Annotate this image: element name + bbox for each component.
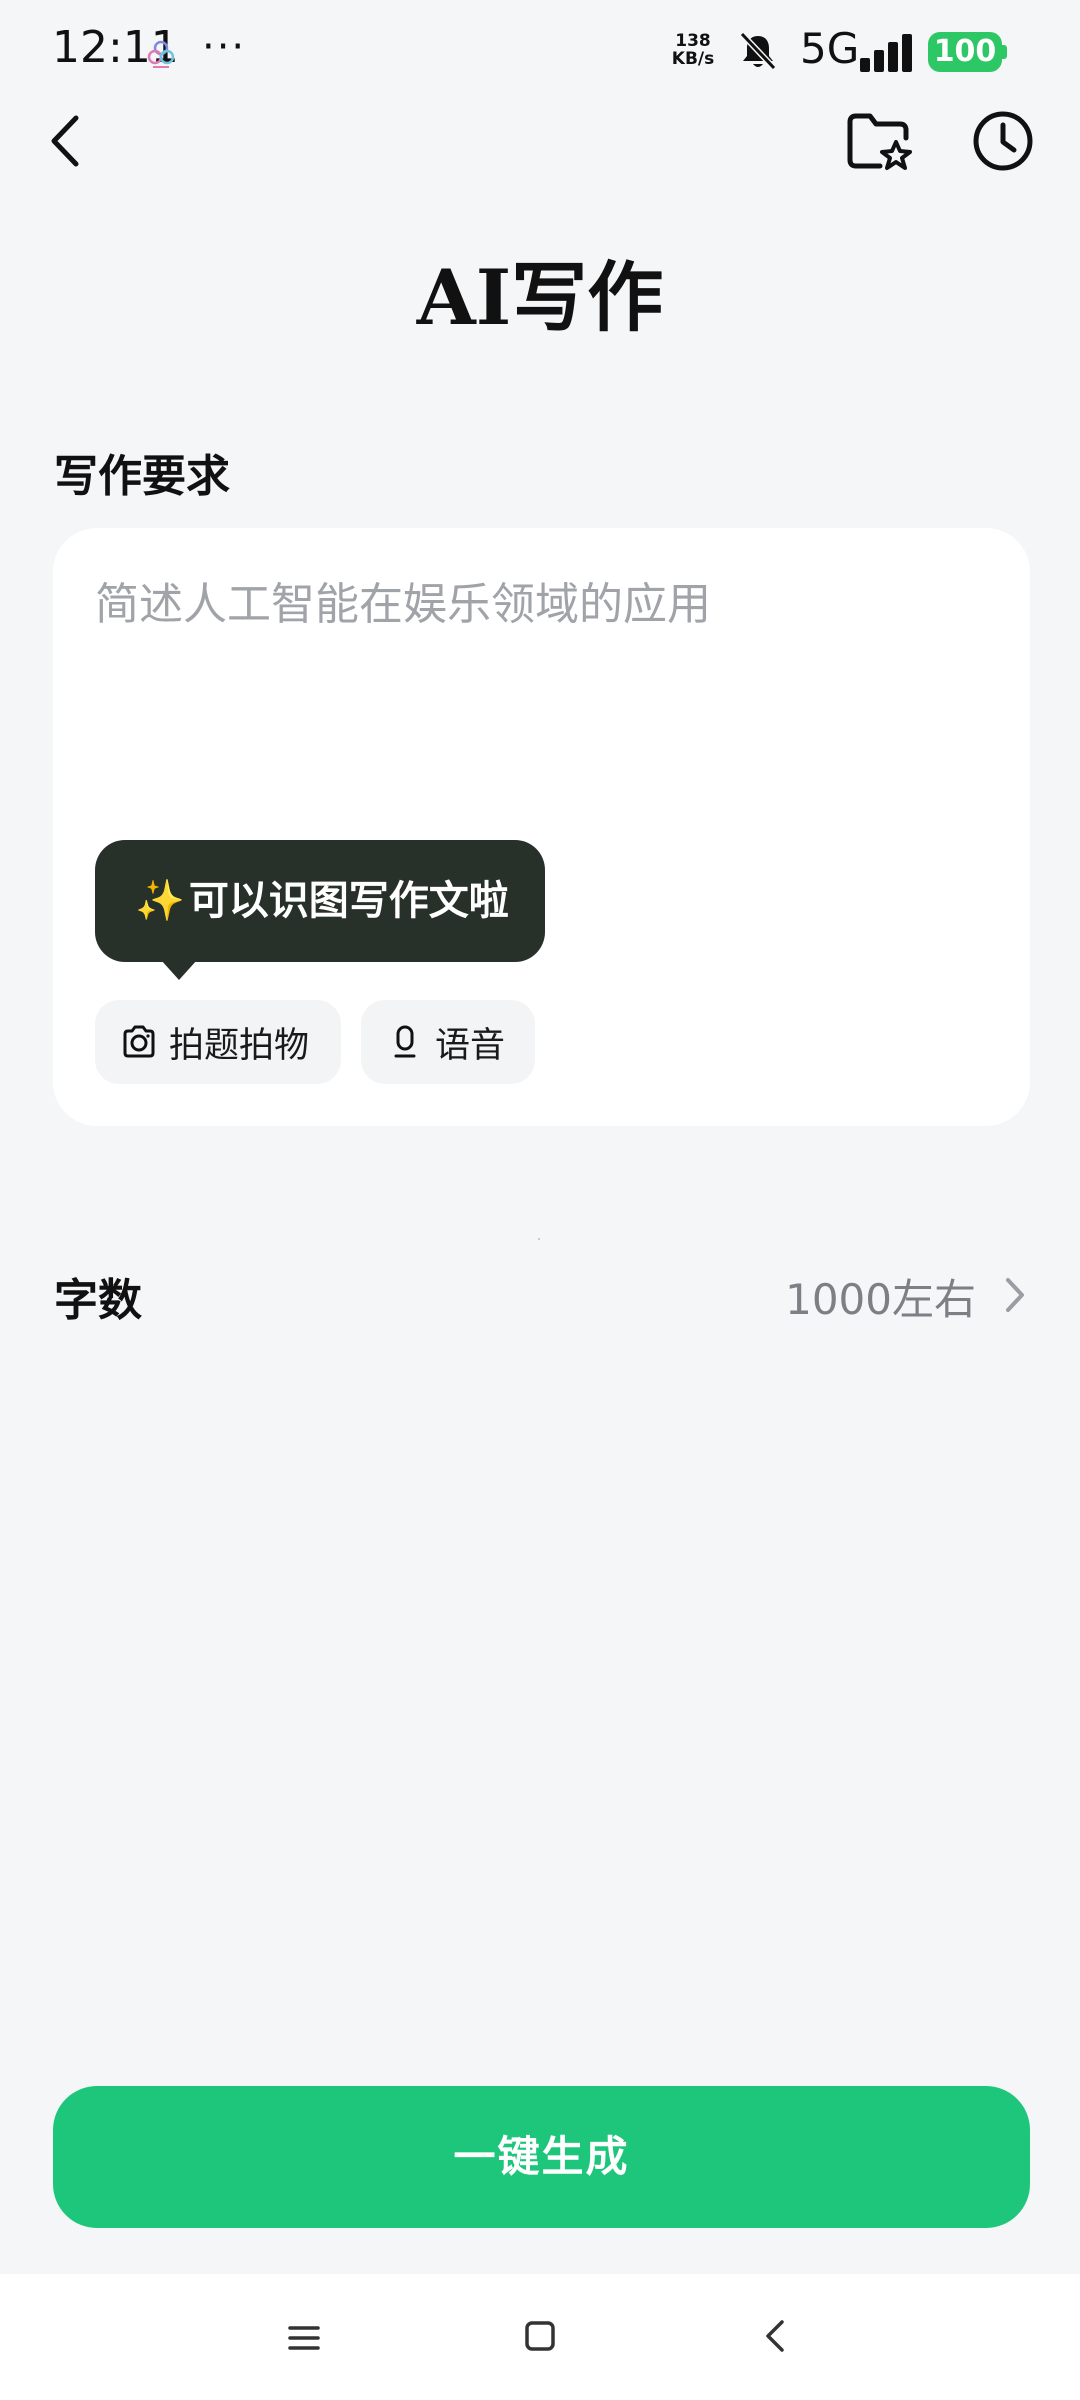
battery-indicator: 100 <box>928 32 1002 72</box>
sparkle-icon: ✨ <box>135 878 185 924</box>
voice-input-button[interactable]: 语音 <box>361 1000 535 1084</box>
word-count-value: 1000左右 <box>785 1275 976 1324</box>
generate-button[interactable]: 一键生成 <box>53 2086 1030 2228</box>
battery-cap <box>1002 45 1007 59</box>
tooltip-arrow <box>161 960 197 980</box>
page-title: AI写作 <box>416 253 664 342</box>
favorites-folder-button[interactable] <box>844 108 914 174</box>
divider-dot <box>538 1238 540 1240</box>
feature-tooltip: ✨ 可以识图写作文啦 <box>95 840 545 962</box>
menu-icon[interactable] <box>284 2318 324 2358</box>
tooltip-text: 可以识图写作文啦 <box>188 878 509 924</box>
photo-capture-label: 拍题拍物 <box>169 1025 310 1066</box>
photo-capture-button[interactable]: 拍题拍物 <box>95 1000 341 1084</box>
requirements-input[interactable] <box>95 568 985 768</box>
voice-input-label: 语音 <box>435 1025 506 1066</box>
history-clock-button[interactable] <box>970 106 1036 176</box>
word-count-row[interactable]: 字数 1000左右 <box>0 1250 1080 1340</box>
network-speed-value: 138 <box>675 31 711 51</box>
requirements-card: ✨可以识图写作文啦 拍题拍物 语音 <box>53 528 1030 1126</box>
network-speed-unit: KB/s <box>671 49 715 69</box>
more-notifications-icon: ··· <box>202 24 247 70</box>
network-speed: 138 KB/s <box>666 32 720 68</box>
signal-strength-icon <box>860 34 912 72</box>
word-count-label: 字数 <box>54 1275 142 1326</box>
status-bar: 12:11 ··· 138 KB/s 5G 100 <box>0 0 1080 100</box>
nav-back-icon[interactable] <box>758 2316 792 2356</box>
requirements-label: 写作要求 <box>54 451 230 502</box>
home-icon[interactable] <box>520 2316 560 2356</box>
camera-icon <box>123 1025 155 1058</box>
microphone-icon <box>394 1025 416 1058</box>
back-button[interactable] <box>38 108 94 174</box>
app-notification-icon <box>147 40 175 68</box>
chevron-right-icon <box>1006 1278 1024 1312</box>
network-type: 5G <box>800 24 860 73</box>
bell-off-icon <box>739 31 777 71</box>
system-nav-bar <box>0 2274 1080 2400</box>
